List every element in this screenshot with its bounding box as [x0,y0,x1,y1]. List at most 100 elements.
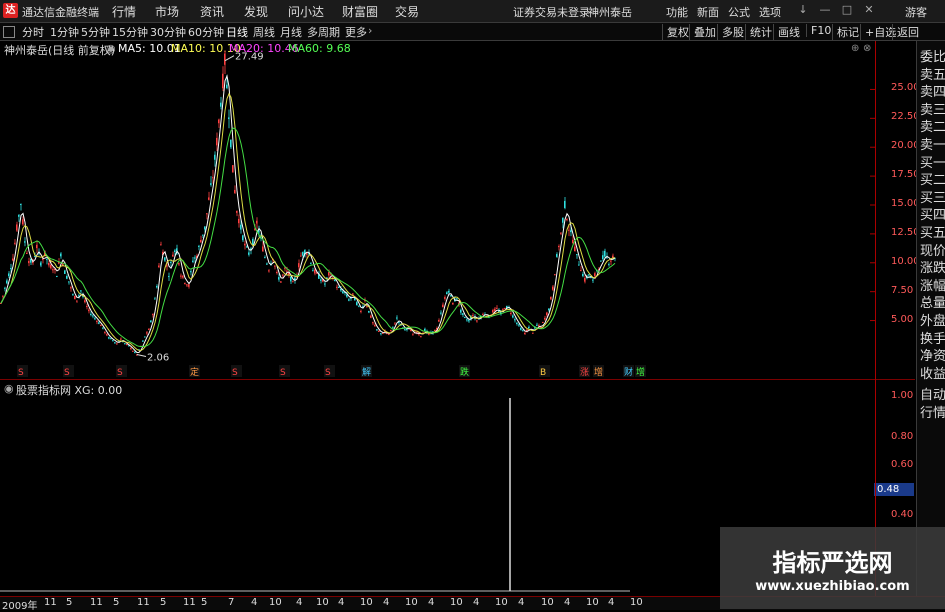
candle-body [468,320,470,322]
sidebar-field-6[interactable]: 买一 [920,155,945,173]
chevron-right-icon[interactable]: › [368,24,372,37]
sidebar-field-5[interactable]: 卖一 [920,137,945,155]
close-icon[interactable]: ✕ [861,3,877,17]
event-tag[interactable]: 定 [190,366,199,378]
period-weekly[interactable]: 周线 [253,24,275,40]
multi-stock-button[interactable]: 多股 [717,24,744,40]
event-tag[interactable]: S [325,368,331,378]
candle-body [204,226,206,230]
event-tag[interactable]: S [232,368,238,378]
minimize-icon[interactable]: — [817,3,833,17]
candle-body [192,260,194,262]
event-tag[interactable]: 增 [594,366,603,378]
sidebar-field-15[interactable]: 外盘 [920,313,945,331]
login-notice[interactable]: 证券交易未登录 [513,4,590,20]
candle-body [74,295,76,300]
menu-formula[interactable]: 公式 [728,4,750,20]
candle-body [88,309,90,312]
draw-line-button[interactable]: 画线 [773,24,800,40]
candle-body [46,258,48,260]
period-daily[interactable]: 日线 [226,24,248,40]
candle-body [290,276,292,282]
sidebar-field-16[interactable]: 换手 [920,331,945,349]
candle-body [570,230,572,233]
maximize-icon[interactable]: □ [839,3,855,17]
sidebar-field-14[interactable]: 总量 [920,295,945,313]
sidebar-field-8[interactable]: 买三 [920,190,945,208]
menu-new-layout[interactable]: 新面 [697,4,719,20]
candle-body [594,273,596,277]
overlay-button[interactable]: 叠加 [689,24,716,40]
panel-separator [0,379,915,380]
candle-body [146,332,148,334]
candle-body [40,262,42,266]
sidebar-field-7[interactable]: 买二 [920,172,945,190]
candle-body [342,291,344,294]
candle-body [36,244,38,249]
candle-body [600,260,602,262]
period-monthly[interactable]: 月线 [280,24,302,40]
event-tag[interactable]: S [18,368,24,378]
candle-body [514,319,516,321]
candle-body [548,308,550,311]
price-chart[interactable]: 27.492.06 SSS定SSS解跌B涨增财增 [0,41,875,379]
statistics-button[interactable]: 统计 [745,24,772,40]
back-button[interactable]: 返回 [892,24,919,40]
candle-body [360,310,362,313]
quote-button[interactable]: 行情 [920,405,945,423]
panel-toggle-icon[interactable] [3,26,15,38]
period-5min[interactable]: 5分钟 [81,24,110,40]
event-tag[interactable]: 增 [636,366,645,378]
menu-discover[interactable]: 发现 [244,3,268,20]
period-1min[interactable]: 1分钟 [50,24,79,40]
event-tag[interactable]: S [280,368,286,378]
menu-quotes[interactable]: 行情 [112,3,136,20]
sidebar-field-11[interactable]: 现价 [920,243,945,261]
menu-options[interactable]: 选项 [759,4,781,20]
date-label: 5 [160,597,167,608]
event-tag[interactable]: B [540,368,546,378]
sidebar-field-18[interactable]: 收益 [920,366,945,384]
candle-body [388,334,390,336]
period-30min[interactable]: 30分钟 [150,24,186,40]
period-tick[interactable]: 分时 [22,24,44,40]
period-60min[interactable]: 60分钟 [188,24,224,40]
event-tag[interactable]: S [117,368,123,378]
menu-news[interactable]: 资讯 [200,3,224,20]
period-15min[interactable]: 15分钟 [112,24,148,40]
menu-trade[interactable]: 交易 [395,3,419,20]
candle-body [532,332,534,334]
candle-body [494,308,496,312]
sidebar-field-10[interactable]: 买五 [920,225,945,243]
adjust-button[interactable]: 复权 [662,24,689,40]
menu-ask-xiaoda[interactable]: 问小达 [288,3,324,20]
event-tag[interactable]: 财 [624,366,633,378]
sidebar-field-13[interactable]: 涨幅 [920,278,945,296]
f10-button[interactable]: F10 [806,24,831,37]
sidebar-field-12[interactable]: 涨跌 [920,260,945,278]
sidebar-field-17[interactable]: 净资 [920,348,945,366]
event-tag[interactable]: 解 [362,366,371,378]
guest-account[interactable]: 游客 [905,4,927,20]
candle-body [180,275,182,277]
event-tag[interactable]: 跌 [460,367,469,378]
event-tag[interactable]: S [64,368,70,378]
sidebar-field-3[interactable]: 卖三 [920,102,945,120]
period-more[interactable]: 更多 [345,24,367,40]
sidebar-field-4[interactable]: 卖二 [920,119,945,137]
download-icon[interactable]: ↓ [795,3,811,17]
candle-body [86,305,88,307]
candle-body [132,350,134,352]
mark-button[interactable]: 标记 [832,24,859,40]
sidebar-field-9[interactable]: 买四 [920,207,945,225]
period-multi[interactable]: 多周期 [307,24,340,40]
event-tag[interactable]: 涨 [580,367,589,378]
auto-button[interactable]: 自动 [920,387,945,405]
sidebar-field-2[interactable]: 卖四 [920,84,945,102]
sidebar-field-0[interactable]: 委比 [920,49,945,67]
sidebar-field-1[interactable]: 卖五 [920,67,945,85]
menu-market[interactable]: 市场 [155,3,179,20]
add-watchlist-button[interactable]: +自选 [860,24,896,40]
menu-wealth-circle[interactable]: 财富圈 [342,3,378,20]
menu-functions[interactable]: 功能 [666,4,688,20]
